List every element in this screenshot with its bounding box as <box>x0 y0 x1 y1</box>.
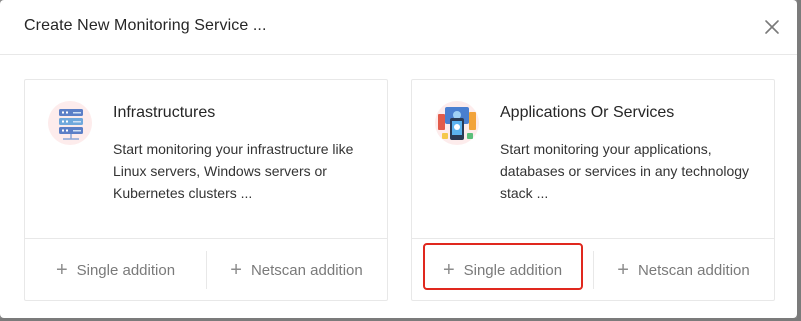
netscan-addition-button[interactable]: + Netscan addition <box>593 239 774 301</box>
modal-title: Create New Monitoring Service ... <box>24 17 267 34</box>
create-monitoring-service-modal: Create New Monitoring Service ... Infras… <box>0 0 797 318</box>
card-description: Start monitoring your infrastructure lik… <box>113 141 354 201</box>
action-label: Single addition <box>76 261 176 279</box>
applications-icon <box>434 100 480 146</box>
backdrop <box>797 0 801 321</box>
plus-icon: + <box>617 259 629 281</box>
card-actions: + Single addition + Netscan addition <box>412 238 774 301</box>
modal-header: Create New Monitoring Service ... <box>0 0 797 55</box>
single-addition-button[interactable]: + Single addition <box>412 239 593 301</box>
card-infrastructures: Infrastructures Start monitoring your in… <box>24 79 388 301</box>
card-actions: + Single addition + Netscan addition <box>25 238 387 301</box>
netscan-addition-button[interactable]: + Netscan addition <box>206 239 387 301</box>
single-addition-button[interactable]: + Single addition <box>25 239 206 301</box>
server-rack-icon <box>47 100 93 146</box>
plus-icon: + <box>230 259 242 281</box>
plus-icon: + <box>442 259 455 281</box>
action-label: Netscan addition <box>250 261 363 279</box>
card-title: Applications Or Services <box>500 104 675 121</box>
action-label: Single addition <box>463 261 563 279</box>
card-description: Start monitoring your applications, data… <box>500 141 750 201</box>
card-title: Infrastructures <box>113 104 216 121</box>
action-label: Netscan addition <box>637 261 750 279</box>
card-applications-services: Applications Or Services Start monitorin… <box>411 79 775 301</box>
close-icon[interactable] <box>762 17 782 37</box>
plus-icon: + <box>55 259 68 281</box>
